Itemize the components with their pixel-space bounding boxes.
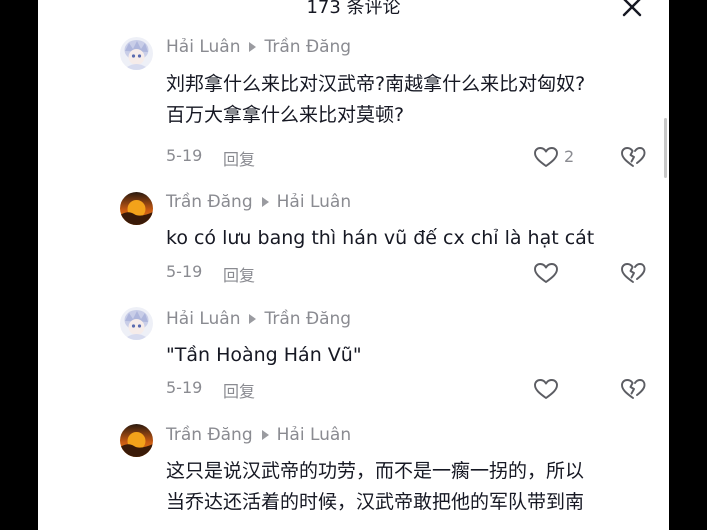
author-name[interactable]: Trần Đăng: [166, 192, 253, 212]
anime-avatar-icon[interactable]: [120, 307, 153, 340]
comment-text: ko có lưu bang thì hán vũ đế cx chỉ là h…: [166, 227, 595, 249]
heart-icon[interactable]: [533, 261, 559, 285]
reply-arrow-icon: [249, 42, 257, 52]
heart-icon[interactable]: [533, 145, 559, 169]
sunset-avatar-icon[interactable]: [120, 192, 153, 225]
comment-text: "Tần Hoàng Hán Vũ": [166, 344, 362, 366]
author-name[interactable]: Hải Luân: [166, 309, 240, 329]
comment-author-line: Trần Đăng Hải Luân: [166, 425, 351, 445]
comment-date: 5-19: [166, 262, 203, 281]
scrollbar[interactable]: [664, 118, 667, 178]
comment-count-title: 173 条评论: [306, 0, 401, 18]
comment-date: 5-19: [166, 146, 203, 165]
author-name[interactable]: Trần Đăng: [166, 425, 253, 445]
like-count: 2: [564, 147, 575, 166]
broken-heart-icon[interactable]: [620, 260, 646, 286]
broken-heart-icon[interactable]: [620, 376, 646, 402]
reply-arrow-icon: [261, 197, 269, 207]
heart-icon[interactable]: [533, 377, 559, 401]
reply-to-name[interactable]: Trần Đăng: [264, 309, 351, 329]
reply-arrow-icon: [249, 314, 257, 324]
reply-arrow-icon: [261, 430, 269, 440]
comment-author-line: Hải Luân Trần Đăng: [166, 37, 351, 57]
author-name[interactable]: Hải Luân: [166, 37, 240, 57]
sunset-avatar-icon[interactable]: [120, 424, 153, 457]
reply-button[interactable]: 回复: [223, 146, 255, 170]
reply-to-name[interactable]: Hải Luân: [277, 192, 351, 212]
comment-author-line: Trần Đăng Hải Luân: [166, 192, 351, 212]
anime-avatar-icon[interactable]: [120, 37, 153, 70]
close-icon[interactable]: [621, 0, 643, 18]
reply-to-name[interactable]: Trần Đăng: [264, 37, 351, 57]
comment-text: 这只是说汉武帝的功劳，而不是一瘸一拐的，所以 当乔达还活着的时候，汉武帝敢把他的…: [166, 460, 585, 513]
reply-button[interactable]: 回复: [223, 262, 255, 286]
broken-heart-icon[interactable]: [620, 144, 646, 170]
comments-panel: 173 条评论 Hải Luân Trần Đăng 刘邦拿什么来比对汉武帝?南…: [38, 0, 669, 530]
reply-button[interactable]: 回复: [223, 378, 255, 402]
comment-text: 刘邦拿什么来比对汉武帝?南越拿什么来比对匈奴? 百万大拿拿什么来比对莫顿?: [166, 73, 586, 126]
comment-date: 5-19: [166, 378, 203, 397]
reply-to-name[interactable]: Hải Luân: [277, 425, 351, 445]
comment-author-line: Hải Luân Trần Đăng: [166, 309, 351, 329]
